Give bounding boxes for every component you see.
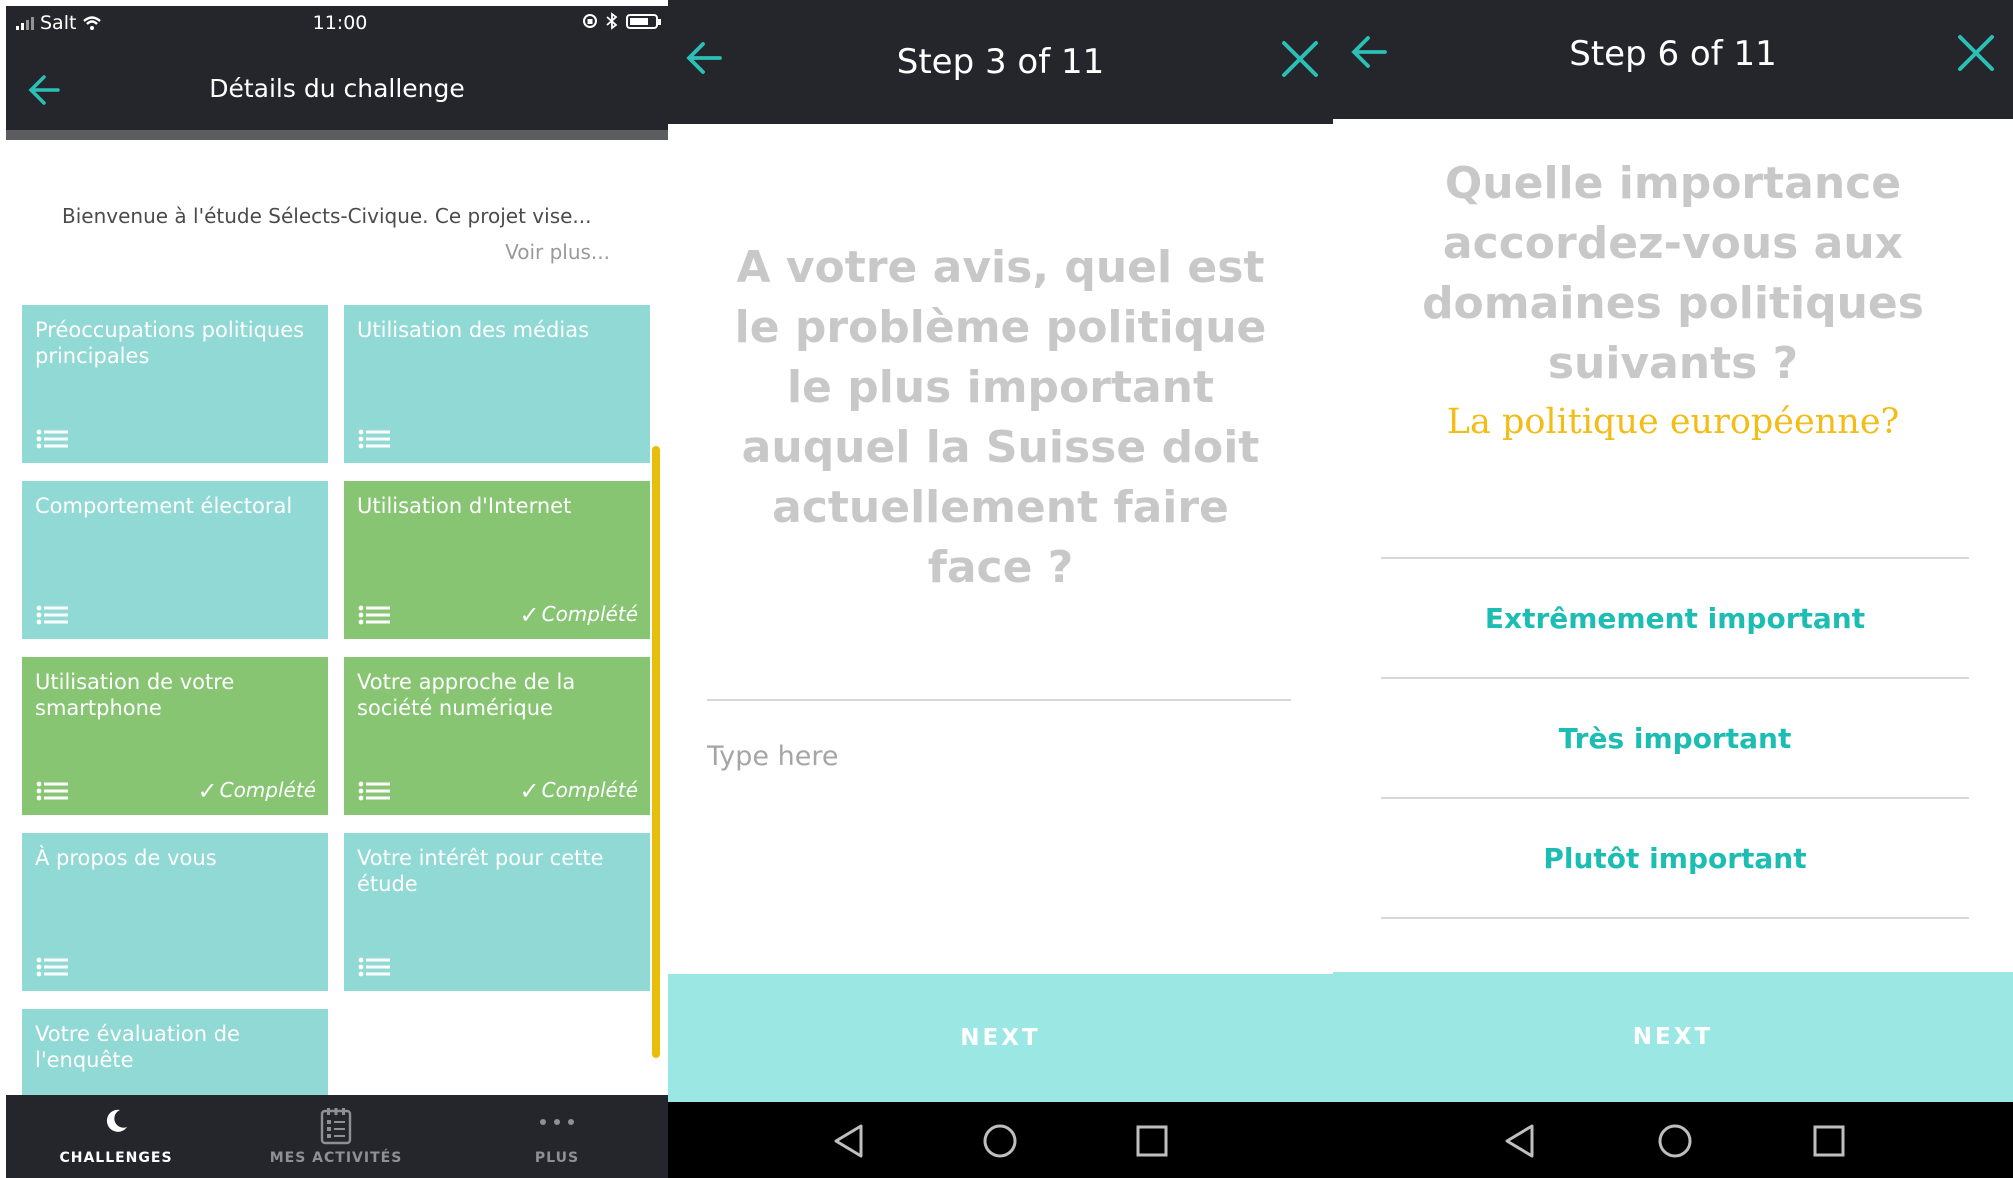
close-icon[interactable]: [1281, 40, 1319, 78]
nav-divider: [6, 130, 668, 140]
question-text: Quelle importance accordez-vous aux doma…: [1422, 158, 1924, 389]
scrollbar[interactable]: [652, 446, 660, 1058]
back-triangle-icon[interactable]: [1499, 1120, 1541, 1162]
intro-text: Bienvenue à l'étude Sélects-Civique. Ce …: [62, 204, 592, 228]
tab-bar: CHALLENGES MES ACTIVITÉS PLUS: [6, 1095, 668, 1178]
check-icon: ✓: [519, 601, 540, 629]
tile-label: Utilisation de votre smartphone: [35, 670, 235, 720]
orientation-lock-icon: [583, 14, 597, 28]
step-header: Step 3 of 11: [668, 0, 1333, 124]
navigation-bar: Détails du challenge: [6, 42, 668, 140]
rating-question-screen: Step 6 of 11 Quelle importance accordez-…: [1333, 0, 2013, 1178]
step-indicator: Step 6 of 11: [1569, 34, 1777, 74]
option-divider: [1381, 917, 1969, 919]
challenge-tile[interactable]: Votre intérêt pour cette étude: [344, 833, 650, 991]
see-more-link[interactable]: Voir plus...: [505, 240, 610, 264]
list-icon: [36, 429, 68, 449]
recents-square-icon[interactable]: [1808, 1120, 1850, 1162]
check-icon: ✓: [197, 777, 218, 805]
input-divider: [707, 699, 1291, 701]
list-icon: [358, 957, 390, 977]
option-extremement-important[interactable]: Extrêmement important: [1381, 559, 1969, 677]
challenge-tile[interactable]: Préoccupations politiques principales: [22, 305, 328, 463]
option-tres-important[interactable]: Très important: [1381, 679, 1969, 797]
tab-plus[interactable]: PLUS: [446, 1095, 668, 1178]
status-bar: Salt 11:00: [6, 6, 668, 42]
tab-mes-activites[interactable]: MES ACTIVITÉS: [226, 1095, 446, 1178]
close-icon[interactable]: [1957, 34, 1995, 72]
question-text: A votre avis, quel est le problème polit…: [734, 242, 1267, 593]
back-triangle-icon[interactable]: [828, 1120, 870, 1162]
home-circle-icon[interactable]: [979, 1120, 1021, 1162]
completed-badge: ✓ Complété: [197, 777, 317, 805]
list-icon: [358, 429, 390, 449]
android-nav-bar: [668, 1102, 1333, 1178]
more-dots-icon: [540, 1119, 574, 1125]
step-header: Step 6 of 11: [1333, 0, 2013, 119]
completed-badge: ✓ Complété: [519, 777, 639, 805]
step-indicator: Step 3 of 11: [896, 42, 1105, 82]
answer-input[interactable]: Type here: [707, 741, 838, 772]
battery-icon: [626, 13, 661, 29]
list-icon: [36, 781, 68, 801]
challenge-tile[interactable]: Votre évaluation de l'enquête: [22, 1009, 328, 1095]
list-icon: [358, 781, 390, 801]
tile-label: Utilisation d'Internet: [357, 494, 572, 518]
android-nav-bar: [1333, 1102, 2013, 1178]
tile-label: Votre approche de la société numérique: [357, 670, 576, 720]
challenge-tile[interactable]: Comportement électoral: [22, 481, 328, 639]
list-icon: [36, 957, 68, 977]
home-circle-icon[interactable]: [1654, 1120, 1696, 1162]
tile-label: Utilisation des médias: [357, 318, 590, 342]
open-question-screen: Step 3 of 11 A votre avis, quel est le p…: [668, 0, 1333, 1178]
tile-label: Votre intérêt pour cette étude: [357, 846, 604, 896]
subquestion-text: La politique européenne?: [1446, 402, 1900, 442]
page-title: Détails du challenge: [209, 74, 465, 103]
list-icon: [36, 605, 68, 625]
option-plutot-important[interactable]: Plutôt important: [1381, 799, 1969, 917]
challenge-tile[interactable]: Utilisation des médias: [344, 305, 650, 463]
tile-label: Votre évaluation de l'enquête: [35, 1022, 240, 1072]
list-icon: [358, 605, 390, 625]
challenge-details-screen: Salt 11:00 Détails du challenge Bienvenu…: [0, 0, 668, 1178]
tile-label: Préoccupations politiques principales: [35, 318, 305, 368]
tile-label: À propos de vous: [35, 846, 217, 870]
tab-challenges[interactable]: CHALLENGES: [6, 1095, 226, 1178]
check-icon: ✓: [519, 777, 540, 805]
next-button[interactable]: NEXT: [668, 974, 1333, 1102]
challenge-tile[interactable]: Utilisation de votre smartphone ✓ Complét…: [22, 657, 328, 815]
bluetooth-icon: [606, 12, 618, 30]
status-time: 11:00: [312, 12, 368, 34]
challenge-tile[interactable]: Votre approche de la société numérique ✓…: [344, 657, 650, 815]
completed-badge: ✓ Complété: [519, 601, 639, 629]
moon-icon: [106, 1109, 127, 1132]
challenge-tile[interactable]: À propos de vous: [22, 833, 328, 991]
next-button[interactable]: NEXT: [1333, 972, 2013, 1102]
tile-label: Comportement électoral: [35, 494, 293, 518]
checklist-icon: [320, 1108, 352, 1145]
challenge-tile[interactable]: Utilisation d'Internet ✓ Complété: [344, 481, 650, 639]
recents-square-icon[interactable]: [1131, 1120, 1173, 1162]
